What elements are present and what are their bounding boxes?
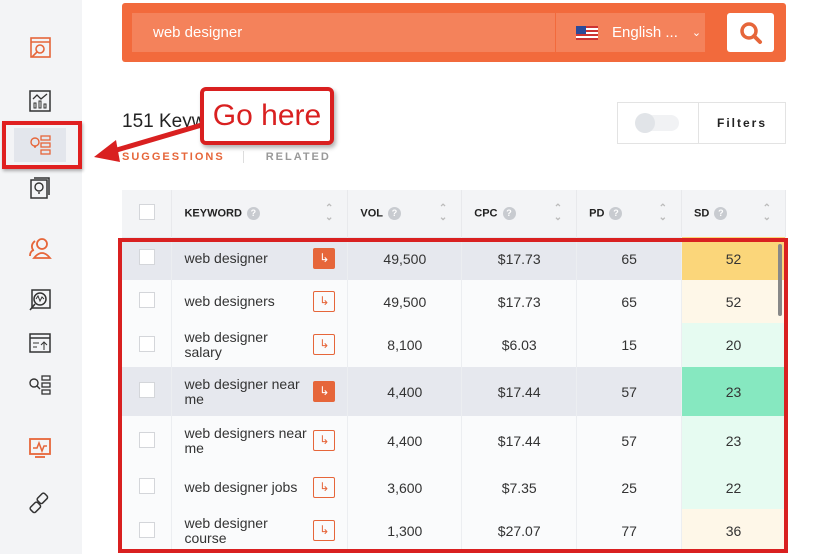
sort-icon[interactable]: ⌃ ⌄	[763, 204, 771, 223]
column-header-vol[interactable]: VOL? ⌃ ⌄	[347, 190, 463, 237]
page-title: 151 Keyw	[122, 111, 206, 132]
tab-related[interactable]: RELATED	[244, 151, 331, 163]
sidebar-item-rank-tracking[interactable]	[14, 431, 66, 465]
toggle-switch[interactable]	[635, 113, 679, 133]
help-icon[interactable]: ?	[609, 207, 623, 220]
sort-icon[interactable]: ⌃ ⌄	[659, 204, 667, 223]
sort-icon[interactable]: ⌃ ⌄	[439, 204, 447, 223]
help-icon[interactable]: ?	[714, 207, 728, 220]
chevron-down-icon: ⌄	[691, 27, 702, 39]
keyword-search-icon	[30, 37, 51, 58]
sidebar-item-users[interactable]	[14, 231, 66, 265]
backlinks-icon	[29, 492, 49, 514]
tab-suggestions[interactable]: SUGGESTIONS	[122, 151, 244, 163]
keyword-list-icon	[29, 375, 51, 395]
content-ideas-icon	[30, 177, 50, 199]
column-header-keyword[interactable]: KEYWORD? ⌃ ⌄	[171, 190, 349, 237]
rank-tracking-icon	[29, 438, 51, 458]
column-label: KEYWORD	[184, 207, 242, 220]
column-label: VOL	[360, 207, 383, 220]
site-audit-icon	[29, 289, 51, 311]
column-label: PD	[589, 207, 605, 220]
select-all-checkbox[interactable]	[139, 204, 155, 220]
column-label: SD	[694, 207, 710, 220]
annotation-highlight-box	[2, 121, 82, 169]
sidebar-item-keyword-search[interactable]	[14, 31, 66, 65]
annotation-callout: Go here	[200, 87, 334, 145]
sort-icon[interactable]: ⌃ ⌄	[554, 204, 562, 223]
users-icon	[29, 238, 52, 259]
us-flag-icon	[576, 25, 598, 40]
sidebar-item-top-pages[interactable]	[14, 326, 66, 360]
annotation-table-box	[118, 238, 788, 553]
help-icon[interactable]: ?	[502, 207, 516, 220]
column-header-cpc[interactable]: CPC? ⌃ ⌄	[461, 190, 578, 237]
filters-bar: Filters	[617, 102, 786, 144]
language-label: English ...	[612, 24, 678, 41]
scrollbar[interactable]	[778, 244, 782, 316]
column-header-pd[interactable]: PD? ⌃ ⌄	[576, 190, 683, 237]
search-bar: English ... ⌄	[122, 3, 786, 62]
sidebar-item-backlinks[interactable]	[14, 486, 66, 520]
search-icon	[739, 21, 762, 44]
sidebar-item-keyword-list[interactable]	[14, 368, 66, 402]
filters-button[interactable]: Filters	[699, 103, 785, 143]
sort-icon[interactable]: ⌃ ⌄	[325, 204, 333, 223]
sidebar-item-chart[interactable]	[14, 84, 66, 118]
top-pages-icon	[29, 333, 51, 353]
column-header-sd[interactable]: SD? ⌃ ⌄	[681, 190, 786, 237]
chart-icon	[29, 90, 51, 112]
column-label: CPC	[474, 207, 498, 220]
sidebar	[0, 0, 82, 554]
sidebar-item-site-audit[interactable]	[14, 283, 66, 317]
help-icon[interactable]: ?	[388, 207, 401, 220]
search-button[interactable]	[727, 13, 774, 52]
language-select[interactable]: English ... ⌄	[556, 13, 705, 52]
sidebar-item-content-ideas[interactable]	[14, 171, 66, 205]
search-input[interactable]	[132, 13, 555, 52]
select-all-header	[122, 190, 173, 237]
help-icon[interactable]: ?	[246, 207, 260, 220]
